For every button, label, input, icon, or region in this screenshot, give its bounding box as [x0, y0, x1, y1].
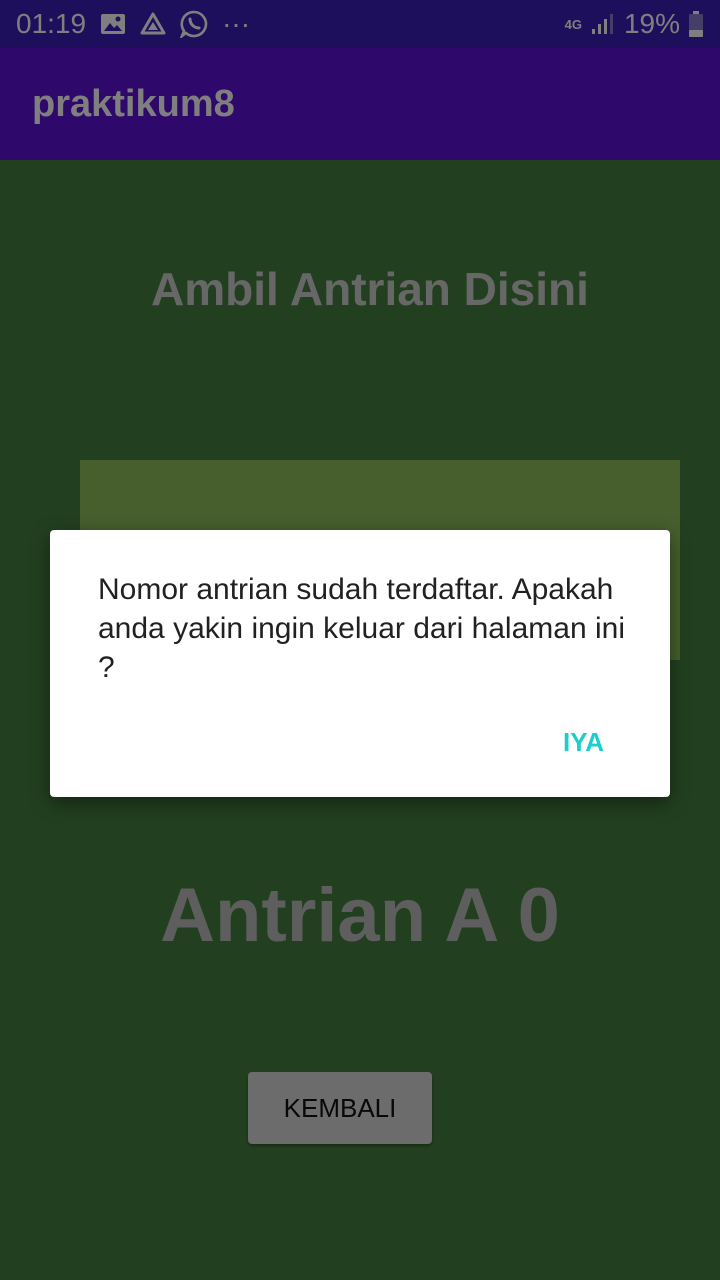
app-screen: 01:19 ··· — [0, 0, 720, 1280]
dialog-confirm-button[interactable]: IYA — [542, 710, 630, 774]
confirm-dialog: Nomor antrian sudah terdaftar. Apakah an… — [50, 530, 670, 797]
dialog-message: Nomor antrian sudah terdaftar. Apakah an… — [98, 573, 625, 684]
